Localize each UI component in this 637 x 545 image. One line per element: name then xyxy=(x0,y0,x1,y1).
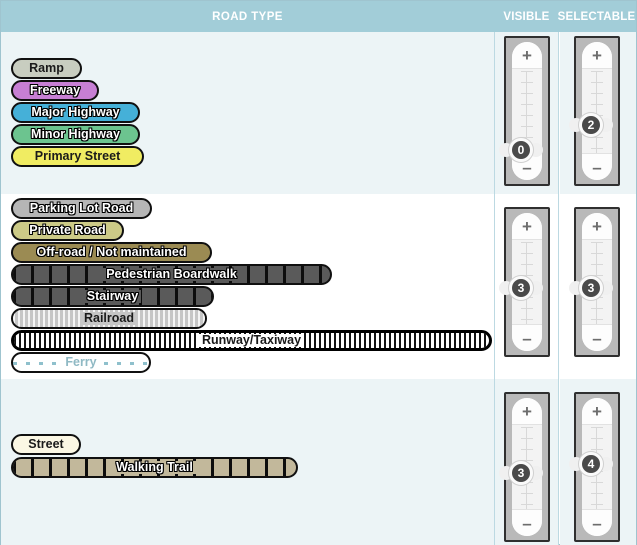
slider-decrease-button[interactable]: – xyxy=(512,510,542,536)
road-type-label: Stairway xyxy=(83,290,142,303)
slider-thumb[interactable]: 3 xyxy=(499,276,543,300)
column-header-visible: VISIBLE xyxy=(503,10,550,23)
visible-column: + – 3 xyxy=(494,379,559,545)
column-header-selectable: SELECTABLE xyxy=(557,10,636,23)
selectable-column: + –2 xyxy=(560,32,636,194)
slider-value: 0 xyxy=(509,138,533,162)
road-type-pill[interactable]: Off-road / Not maintained xyxy=(11,242,212,263)
road-type-label: Walking Trail xyxy=(113,461,196,474)
road-type-label: Freeway xyxy=(26,84,84,97)
road-type-label: Ferry xyxy=(62,356,100,369)
road-type-label: Major Highway xyxy=(28,106,123,119)
slider-increase-button[interactable]: + xyxy=(512,213,542,239)
slider-increase-button[interactable]: + xyxy=(512,42,542,68)
group-local: Street Walking Trail + – 3 + – 4 xyxy=(1,379,636,545)
road-type-label: Railroad xyxy=(80,312,137,325)
slider-track[interactable] xyxy=(582,68,612,154)
group-minor-and-special: Parking Lot Road Private Road Off-road / N… xyxy=(1,194,636,379)
slider-value: 4 xyxy=(579,452,603,476)
road-type-pill[interactable]: Major Highway xyxy=(11,102,140,123)
road-type-column: Parking Lot Road Private Road Off-road / N… xyxy=(1,194,494,379)
road-type-label: Off-road / Not maintained xyxy=(33,246,190,259)
slider-decrease-button[interactable]: – xyxy=(582,325,612,351)
road-type-label: Primary Street xyxy=(31,150,124,163)
selectable-column: + – 3 xyxy=(560,194,636,379)
road-type-pill[interactable]: Freeway xyxy=(11,80,99,101)
column-header-road-type: ROAD TYPE xyxy=(212,10,283,23)
slider-decrease-button[interactable]: – xyxy=(582,154,612,180)
slider-tick-marks xyxy=(591,71,603,153)
road-type-label: Private Road xyxy=(26,224,109,237)
slider-value: 3 xyxy=(579,276,603,300)
group-highways: Ramp Freeway Major Highway Minor Highway Pri… xyxy=(1,32,636,194)
selectable-slider[interactable]: + – 3 xyxy=(569,207,620,357)
road-type-pill[interactable]: Primary Street xyxy=(11,146,144,167)
road-type-label: Ramp xyxy=(26,62,67,75)
road-type-pill[interactable]: Ferry xyxy=(11,352,151,373)
visible-slider[interactable]: + –0 xyxy=(499,36,550,186)
road-type-pill[interactable]: Pedestrian Boardwalk xyxy=(11,264,332,285)
selectable-column: + – 4 xyxy=(560,379,636,545)
road-type-pill[interactable]: Street xyxy=(11,434,81,455)
road-type-pill[interactable]: Railroad xyxy=(11,308,207,329)
selectable-slider[interactable]: + – 4 xyxy=(569,392,620,542)
road-type-pill[interactable]: Minor Highway xyxy=(11,124,140,145)
slider-value: 2 xyxy=(579,113,603,137)
road-type-pill[interactable]: Parking Lot Road xyxy=(11,198,152,219)
road-type-legend-panel: ROAD TYPE VISIBLE SELECTABLE Ramp Freeway… xyxy=(0,0,637,545)
visible-column: + –0 xyxy=(494,32,559,194)
road-type-pill[interactable]: Private Road xyxy=(11,220,124,241)
visible-slider[interactable]: + – 3 xyxy=(499,207,550,357)
road-type-label: Street xyxy=(25,438,67,451)
road-type-label: Parking Lot Road xyxy=(26,202,137,215)
slider-value: 3 xyxy=(509,276,533,300)
road-type-pill[interactable]: Walking Trail xyxy=(11,457,298,478)
road-type-label: Pedestrian Boardwalk xyxy=(103,268,240,281)
slider-thumb[interactable]: 0 xyxy=(499,138,543,162)
road-type-pill[interactable]: Runway/Taxiway xyxy=(11,330,492,351)
slider-increase-button[interactable]: + xyxy=(582,42,612,68)
road-type-pill[interactable]: Ramp xyxy=(11,58,82,79)
slider-value: 3 xyxy=(509,461,533,485)
road-type-column: Ramp Freeway Major Highway Minor Highway Pri… xyxy=(1,32,494,194)
road-type-pill[interactable]: Stairway xyxy=(11,286,214,307)
selectable-slider[interactable]: + –2 xyxy=(569,36,620,186)
slider-thumb[interactable]: 2 xyxy=(569,113,613,137)
slider-decrease-button[interactable]: – xyxy=(512,325,542,351)
slider-thumb[interactable]: 4 xyxy=(569,452,613,476)
slider-increase-button[interactable]: + xyxy=(512,398,542,424)
slider-decrease-button[interactable]: – xyxy=(582,510,612,536)
slider-thumb[interactable]: 3 xyxy=(499,461,543,485)
slider-increase-button[interactable]: + xyxy=(582,398,612,424)
road-type-label: Runway/Taxiway xyxy=(198,334,305,347)
road-type-column: Street Walking Trail xyxy=(1,379,494,545)
slider-thumb[interactable]: 3 xyxy=(569,276,613,300)
table-header: ROAD TYPE VISIBLE SELECTABLE xyxy=(1,1,636,32)
visible-slider[interactable]: + – 3 xyxy=(499,392,550,542)
slider-track-area: + – xyxy=(582,42,612,180)
road-type-label: Minor Highway xyxy=(28,128,123,141)
visible-column: + – 3 xyxy=(494,194,559,379)
slider-increase-button[interactable]: + xyxy=(582,213,612,239)
